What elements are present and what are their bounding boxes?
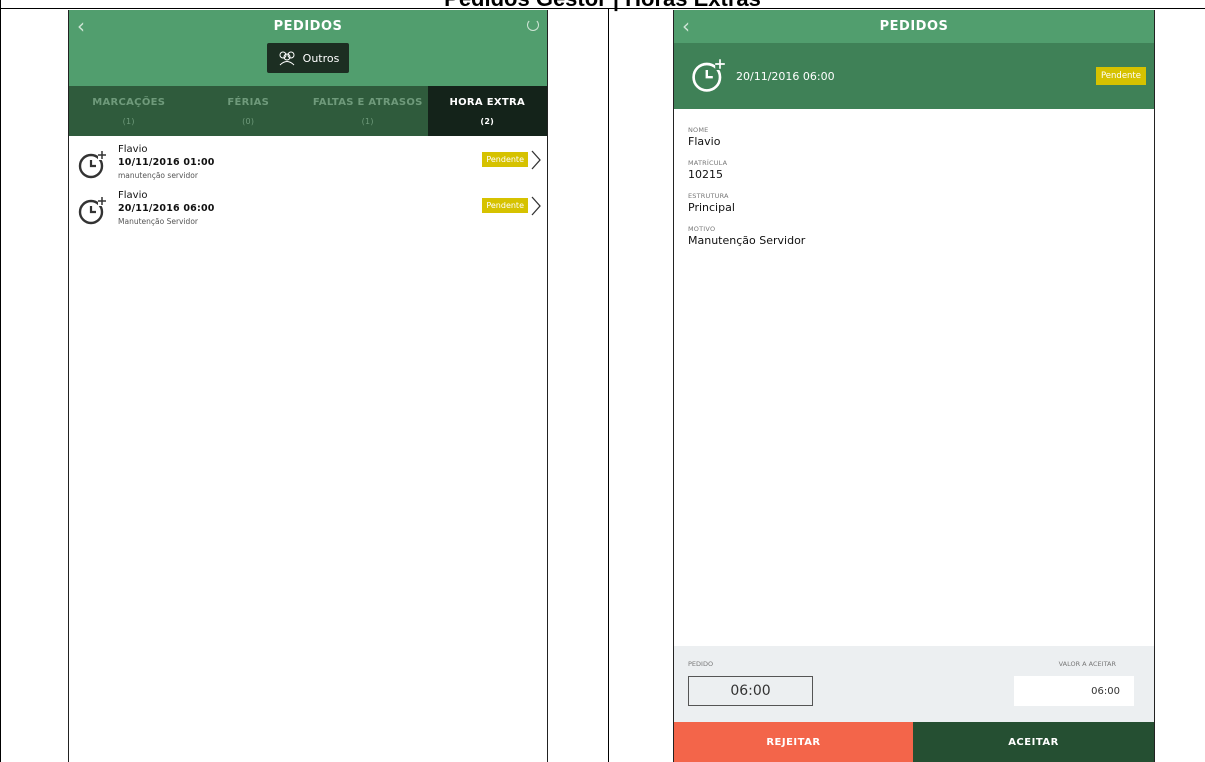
request-detail-screen: ‹ PEDIDOS 20/11/2016 06:00 Pendente NOME…	[673, 10, 1155, 762]
outros-label: Outros	[302, 51, 340, 65]
clock-plus-icon	[78, 196, 107, 225]
request-datetime: 20/11/2016 06:00	[118, 203, 215, 214]
field-label: NOME	[688, 126, 709, 134]
tab-label: FÉRIAS	[227, 96, 270, 108]
tab-count: (1)	[122, 116, 135, 126]
page-title: PEDIDOS	[273, 19, 343, 34]
chevron-right-icon	[531, 150, 541, 170]
field-label: MOTIVO	[688, 225, 716, 233]
field-label: MATRÍCULA	[688, 159, 728, 167]
people-icon	[279, 51, 295, 66]
outros-filter-button[interactable]: Outros	[267, 43, 349, 73]
column-divider	[608, 8, 609, 762]
request-reason: Manutenção Servidor	[118, 217, 198, 226]
tab-faltas-e-atrasos[interactable]: FALTAS E ATRASOS (1)	[308, 86, 428, 136]
tab-label: MARCAÇÕES	[92, 96, 166, 108]
tab-marcacoes[interactable]: MARCAÇÕES (1)	[69, 86, 189, 136]
request-datetime: 20/11/2016 06:00	[736, 70, 835, 83]
request-list: Flavio 10/11/2016 01:00 manutenção servi…	[69, 140, 547, 232]
accept-button[interactable]: ACEITAR	[913, 722, 1154, 762]
status-badge: Pendente	[482, 152, 528, 167]
tab-count: (1)	[361, 116, 374, 126]
valor-aceitar-input[interactable]: 06:00	[1014, 676, 1134, 706]
request-summary: 20/11/2016 06:00 Pendente	[674, 43, 1154, 109]
tab-count: (2)	[480, 116, 495, 126]
reject-button[interactable]: REJEITAR	[674, 722, 913, 762]
tab-ferias[interactable]: FÉRIAS (0)	[189, 86, 309, 136]
requests-list-screen: ‹ PEDIDOS Outros MARCAÇÕES (1) FÉRIAS (0…	[68, 10, 548, 762]
list-item[interactable]: Flavio 10/11/2016 01:00 manutenção servi…	[69, 140, 547, 186]
tab-count: (0)	[242, 116, 255, 126]
tab-label: HORA EXTRA	[449, 96, 526, 108]
field-value: Manutenção Servidor	[688, 234, 806, 247]
tab-hora-extra[interactable]: HORA EXTRA (2)	[427, 86, 547, 136]
field-label: ESTRUTURA	[688, 192, 729, 200]
status-badge: Pendente	[1095, 67, 1146, 85]
tab-label: FALTAS E ATRASOS	[312, 96, 423, 108]
field-value: Principal	[688, 201, 735, 214]
status-badge: Pendente	[482, 198, 528, 213]
chevron-right-icon	[531, 196, 541, 216]
valor-aceitar-label: VALOR A ACEITAR	[1058, 660, 1116, 668]
clock-plus-icon	[78, 150, 107, 179]
refresh-icon[interactable]	[527, 19, 539, 31]
detail-header: ‹ PEDIDOS	[674, 10, 1154, 43]
request-details: NOME Flavio MATRÍCULA 10215 ESTRUTURA Pr…	[688, 126, 805, 258]
field-value: Flavio	[688, 135, 721, 148]
pedido-label: PEDIDO	[688, 660, 714, 668]
page-title: PEDIDOS	[879, 19, 949, 34]
field-estrutura: ESTRUTURA Principal	[688, 192, 805, 214]
list-item[interactable]: Flavio 20/11/2016 06:00 Manutenção Servi…	[69, 186, 547, 232]
field-value: 10215	[688, 168, 723, 181]
clock-plus-icon	[692, 58, 726, 92]
field-nome: NOME Flavio	[688, 126, 805, 148]
employee-name: Flavio	[118, 190, 148, 201]
list-header: ‹ PEDIDOS Outros	[69, 10, 547, 86]
title-divider	[0, 8, 1205, 9]
field-motivo: MOTIVO Manutenção Servidor	[688, 225, 805, 247]
pedido-hours-field: 06:00	[688, 676, 813, 706]
field-matricula: MATRÍCULA 10215	[688, 159, 805, 181]
category-tabs: MARCAÇÕES (1) FÉRIAS (0) FALTAS E ATRASO…	[69, 86, 547, 136]
action-bar: REJEITAR ACEITAR	[674, 722, 1154, 762]
employee-name: Flavio	[118, 144, 148, 155]
hours-section: PEDIDO VALOR A ACEITAR 06:00 06:00	[674, 646, 1154, 722]
request-reason: manutenção servidor	[118, 171, 198, 180]
request-datetime: 10/11/2016 01:00	[118, 157, 215, 168]
